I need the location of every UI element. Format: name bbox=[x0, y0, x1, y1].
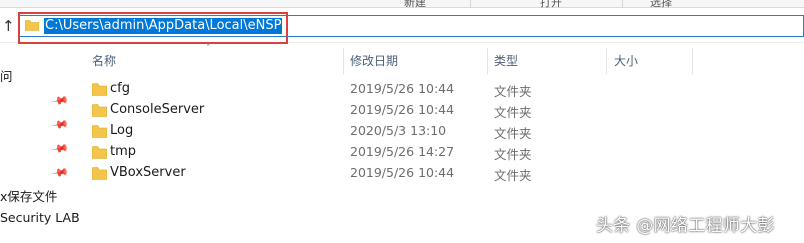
ribbon-divider bbox=[470, 0, 471, 8]
file-name: cfg bbox=[110, 81, 130, 96]
column-header-type[interactable]: 类型 bbox=[494, 48, 518, 74]
file-row[interactable]: cfg 2019/5/26 10:44 文件夹 bbox=[88, 79, 804, 100]
file-type: 文件夹 bbox=[494, 147, 532, 162]
watermark-text: 头条 @网络工程师大彭 bbox=[596, 216, 775, 236]
folder-icon bbox=[92, 146, 107, 159]
file-type: 文件夹 bbox=[494, 105, 532, 120]
pin-icon[interactable]: 📌 bbox=[51, 116, 70, 135]
nav-item[interactable]: 问 bbox=[0, 66, 13, 85]
column-header-name[interactable]: 名称 bbox=[92, 48, 116, 74]
ribbon-bar: 新建 打开 选择 bbox=[0, 0, 804, 9]
up-arrow-icon[interactable]: ↑ bbox=[2, 17, 15, 35]
file-name: ConsoleServer bbox=[110, 102, 205, 117]
pin-icon[interactable]: 📌 bbox=[51, 164, 70, 183]
folder-icon bbox=[92, 104, 107, 117]
file-name: tmp bbox=[110, 144, 137, 159]
highlight-annotation bbox=[18, 12, 288, 44]
file-name: VBoxServer bbox=[110, 165, 186, 180]
column-header-size[interactable]: 大小 bbox=[614, 48, 638, 74]
column-divider[interactable] bbox=[606, 48, 607, 74]
ribbon-divider bbox=[622, 0, 623, 8]
file-date: 2019/5/26 14:27 bbox=[350, 144, 455, 159]
file-row[interactable]: VBoxServer 2019/5/26 10:44 文件夹 bbox=[88, 163, 804, 184]
file-date: 2020/5/3 13:10 bbox=[350, 123, 447, 138]
file-date: 2019/5/26 10:44 bbox=[350, 102, 455, 117]
file-date: 2019/5/26 10:44 bbox=[350, 81, 455, 96]
navigation-pane: 问 📌 📌 📌 📌 x保存文件 Security LAB bbox=[0, 44, 80, 243]
folder-icon bbox=[92, 125, 107, 138]
file-type: 文件夹 bbox=[494, 84, 532, 99]
pin-icon[interactable]: 📌 bbox=[51, 92, 70, 111]
column-divider[interactable] bbox=[343, 48, 344, 74]
column-header-date[interactable]: 修改日期 bbox=[350, 48, 398, 74]
file-row[interactable]: Log 2020/5/3 13:10 文件夹 bbox=[88, 121, 804, 142]
folder-icon bbox=[92, 167, 107, 180]
chevron-up-icon[interactable]: ˆ bbox=[206, 44, 211, 54]
pin-icon[interactable]: 📌 bbox=[51, 140, 70, 159]
nav-item[interactable]: Security LAB bbox=[0, 210, 80, 225]
file-row[interactable]: ConsoleServer 2019/5/26 10:44 文件夹 bbox=[88, 100, 804, 121]
folder-icon bbox=[92, 83, 107, 96]
file-type: 文件夹 bbox=[494, 126, 532, 141]
file-date: 2019/5/26 10:44 bbox=[350, 165, 455, 180]
nav-item[interactable]: x保存文件 bbox=[0, 186, 57, 205]
file-row[interactable]: tmp 2019/5/26 14:27 文件夹 bbox=[88, 142, 804, 163]
file-type: 文件夹 bbox=[494, 168, 532, 183]
column-divider[interactable] bbox=[487, 48, 488, 74]
column-divider[interactable] bbox=[692, 48, 693, 74]
file-name: Log bbox=[110, 123, 134, 138]
